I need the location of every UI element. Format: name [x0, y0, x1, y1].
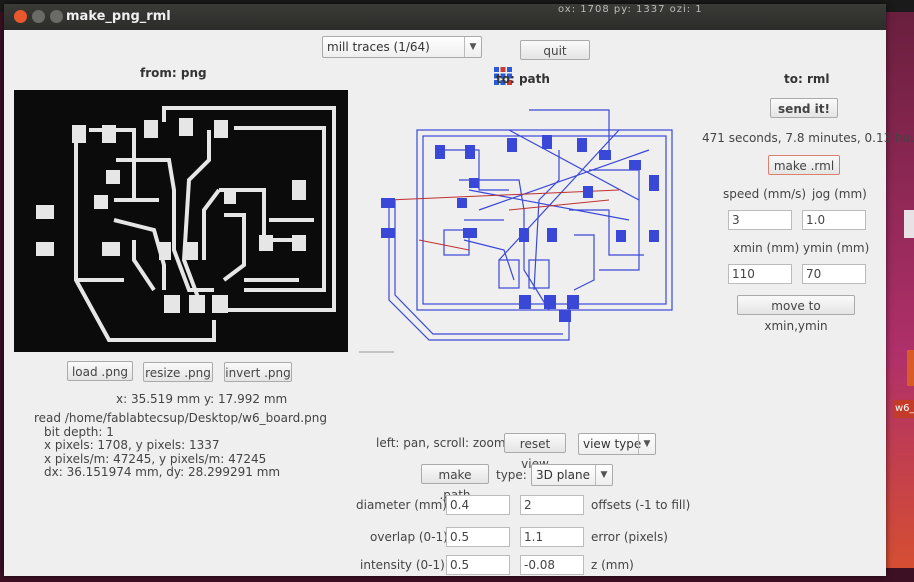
info-line: x pixels: 1708, y pixels: 1337	[44, 438, 220, 452]
intensity-field[interactable]: 0.5	[446, 555, 510, 575]
load-png-button[interactable]: load .png	[67, 361, 133, 381]
desktop-badge	[907, 350, 914, 386]
xmin-field[interactable]: 110	[728, 264, 792, 284]
path-header: to: path	[496, 72, 550, 86]
nav-hint: left: pan, scroll: zoom	[376, 436, 506, 450]
ymin-label: ymin (mm)	[803, 241, 870, 255]
diameter-field[interactable]: 0.4	[446, 495, 510, 515]
resize-png-button[interactable]: resize .png	[143, 362, 213, 382]
view-type-value: view type	[583, 437, 642, 451]
diameter-label: diameter (mm)	[356, 498, 447, 512]
png-header: from: png	[140, 66, 207, 80]
send-button[interactable]: send it!	[770, 98, 838, 118]
offsets-field[interactable]: 2	[520, 495, 584, 515]
intensity-label: intensity (0-1)	[360, 558, 445, 572]
error-field[interactable]: 1.1	[520, 527, 584, 547]
type-label: type:	[496, 468, 527, 482]
time-estimate: 471 seconds, 7.8 minutes, 0.13 hours	[702, 131, 914, 145]
cursor-position: x: 35.519 mm y: 17.992 mm	[116, 392, 288, 406]
jog-field[interactable]: 1.0	[802, 210, 866, 230]
app-window: make_png_rml ox: 1708 py: 1337 ozi: 1 mi…	[4, 4, 914, 576]
z-field[interactable]: -0.08	[520, 555, 584, 575]
quit-button[interactable]: quit	[520, 40, 590, 60]
ymin-field[interactable]: 70	[802, 264, 866, 284]
rml-header: to: rml	[784, 72, 830, 86]
type-select-value: 3D plane	[536, 468, 590, 482]
info-line: dx: 36.151974 mm, dy: 28.299291 mm	[44, 465, 281, 479]
overlap-field[interactable]: 0.5	[446, 527, 510, 547]
desktop-file-icon[interactable]	[904, 210, 914, 238]
toolpath-view[interactable]	[359, 90, 679, 360]
view-type-select[interactable]: view type ▼	[578, 433, 656, 455]
invert-png-button[interactable]: invert .png	[224, 362, 292, 382]
xmin-label: xmin (mm)	[733, 241, 800, 255]
title-bar[interactable]: make_png_rml ox: 1708 py: 1337 ozi: 1	[4, 4, 886, 30]
window-title: make_png_rml	[66, 9, 171, 24]
maximize-icon[interactable]	[50, 10, 63, 23]
offsets-label: offsets (-1 to fill)	[591, 498, 691, 512]
main-content: mill traces (1/64) ▼ quit from: png to: …	[4, 30, 914, 576]
move-to-origin-button[interactable]: move to xmin,ymin	[737, 295, 855, 333]
info-line: bit depth: 1	[44, 424, 114, 439]
speed-field[interactable]: 3	[728, 210, 792, 230]
info-line: read /home/fablabtecsup/Desktop/w6_board…	[34, 411, 327, 425]
close-icon[interactable]	[14, 10, 27, 23]
type-select[interactable]: 3D plane ▼	[531, 464, 613, 486]
desktop-file-label[interactable]: w6_	[893, 400, 914, 418]
desktop-wallpaper	[885, 12, 914, 582]
background-coords: ox: 1708 py: 1337 ozi: 1	[558, 4, 703, 15]
overlap-label: overlap (0-1)	[370, 530, 448, 544]
chevron-down-icon: ▼	[464, 37, 481, 57]
make-rml-button[interactable]: make .rml	[768, 155, 840, 175]
png-info: read /home/fablabtecsup/Desktop/w6_board…	[34, 411, 327, 480]
chevron-down-icon: ▼	[638, 434, 655, 454]
speed-label: speed (mm/s)	[723, 187, 807, 201]
chevron-down-icon: ▼	[595, 465, 612, 485]
error-label: error (pixels)	[591, 530, 668, 544]
mode-select-value: mill traces (1/64)	[327, 40, 430, 54]
mode-select[interactable]: mill traces (1/64) ▼	[322, 36, 482, 58]
png-board-image[interactable]	[14, 90, 348, 352]
make-path-button[interactable]: make .path	[421, 464, 489, 502]
jog-label: jog (mm)	[812, 187, 867, 201]
z-label: z (mm)	[591, 558, 634, 572]
info-line: x pixels/m: 47245, y pixels/m: 47245	[44, 451, 267, 466]
reset-view-button[interactable]: reset view	[504, 433, 566, 471]
minimize-icon[interactable]	[32, 10, 45, 23]
